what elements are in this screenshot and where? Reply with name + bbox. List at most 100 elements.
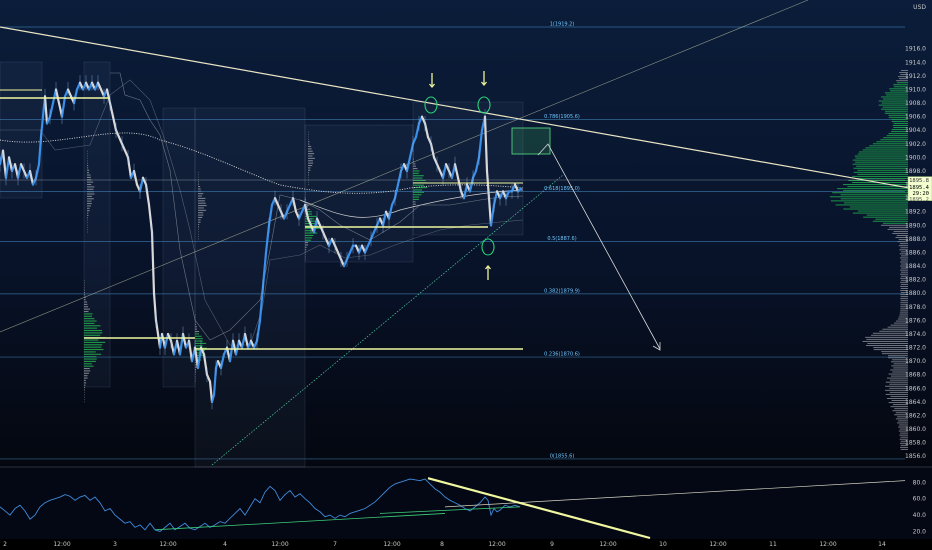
session-profile-bar <box>413 165 417 167</box>
session-profile-bar <box>198 200 205 202</box>
session-profile-bar <box>84 303 88 305</box>
volume-profile-bar <box>865 336 908 338</box>
session-profile-bar <box>87 221 88 224</box>
session-profile-bar <box>84 379 86 381</box>
session-profile-bar <box>195 323 197 325</box>
time-tick-label: 4 <box>223 541 227 548</box>
session-profile-bar <box>308 174 309 176</box>
session-profile-bar <box>87 195 92 197</box>
volume-profile-bar <box>896 80 908 82</box>
session-profile-bar <box>84 360 96 362</box>
volume-profile-bar <box>900 300 908 302</box>
session-profile-bar <box>413 189 423 191</box>
volume-profile-bar <box>832 192 908 194</box>
volume-profile-bar <box>901 259 908 261</box>
session-profile-bar <box>87 205 91 207</box>
session-profile-bar <box>413 201 416 203</box>
volume-profile-bar <box>880 96 908 98</box>
volume-profile-bar <box>881 224 908 226</box>
session-profile-bar <box>84 391 85 393</box>
volume-profile-bar <box>899 243 908 245</box>
session-profile-bar <box>84 334 101 336</box>
volume-profile-bar <box>893 122 908 124</box>
session-profile-bar <box>198 202 206 204</box>
chart-canvas[interactable]: 1(1919.2) 0.786(1905.6) 0.618(1895.0) 0.5(1… <box>0 0 932 550</box>
session-profile-bar <box>84 344 103 346</box>
time-tick-label: 12:00 <box>383 541 400 548</box>
price-tick-label: 1862.0 <box>905 412 926 419</box>
volume-profile-bar <box>862 149 908 151</box>
volume-profile-bar <box>880 139 908 141</box>
session-profile-bar <box>413 170 420 172</box>
volume-profile-bar <box>855 157 908 159</box>
session-profile-bar <box>84 353 102 355</box>
volume-profile-bar <box>891 365 908 367</box>
session-profile-bar <box>87 207 90 209</box>
session-profile-bar <box>305 249 307 251</box>
session-profile-bar <box>87 174 91 176</box>
session-profile-bar <box>84 368 90 370</box>
volume-profile-bar <box>872 143 908 145</box>
time-tick-label: 10 <box>659 541 667 548</box>
volume-profile-bar <box>890 324 908 326</box>
session-profile-bar <box>198 224 200 226</box>
session-box <box>412 101 524 236</box>
session-profile-bar <box>198 226 200 228</box>
volume-profile-bar <box>872 332 908 334</box>
session-profile-bar <box>413 175 424 177</box>
price-tick-label: 1890.0 <box>905 222 926 229</box>
session-profile-bar <box>305 192 306 194</box>
session-profile-bar <box>84 322 95 324</box>
volume-profile-bar <box>900 273 908 275</box>
volume-profile-bar <box>843 208 908 210</box>
volume-profile-bar <box>855 177 908 179</box>
target-zone-box[interactable] <box>511 127 551 155</box>
volume-profile-bar <box>873 347 908 349</box>
session-profile-bar <box>84 384 86 386</box>
session-profile-bar <box>413 198 419 201</box>
session-profile-bar <box>84 320 97 322</box>
session-profile-bar <box>305 258 306 260</box>
price-tick-label: 1900.0 <box>905 154 926 161</box>
volume-profile-bar <box>888 355 908 357</box>
volume-profile-bar <box>869 145 908 147</box>
session-profile-bar <box>308 148 312 150</box>
session-profile-bar <box>195 376 196 378</box>
session-profile-bar <box>413 156 414 158</box>
session-profile-bar <box>305 253 306 256</box>
session-profile-bar <box>308 164 313 167</box>
session-profile-bar <box>84 389 85 391</box>
session-profile-bar <box>84 398 85 401</box>
volume-profile-bar <box>866 345 908 347</box>
session-profile-bar <box>198 221 201 223</box>
trading-chart[interactable]: 1(1919.2) 0.786(1905.6) 0.618(1895.0) 0.5(1… <box>0 0 932 550</box>
session-profile-bar <box>198 216 203 219</box>
volume-profile-bar <box>840 194 908 196</box>
session-profile-bar <box>413 203 416 205</box>
time-tick-label: 12:00 <box>488 541 505 548</box>
session-profile-bar <box>84 282 85 284</box>
price-tick-label: 1882.0 <box>905 277 926 284</box>
volume-profile-bar <box>852 212 908 214</box>
session-profile-bar <box>195 373 196 375</box>
session-profile-bar <box>84 346 102 348</box>
badge-low-label: 1895.2 <box>909 197 929 203</box>
session-profile-bar <box>84 299 86 301</box>
time-tick-label: 11 <box>769 541 777 548</box>
session-profile-bar <box>198 188 201 190</box>
volume-profile-bar <box>852 163 908 165</box>
volume-profile-bar <box>899 314 908 316</box>
volume-profile-bar <box>898 245 908 247</box>
currency-label: USD <box>913 4 926 11</box>
volume-profile-bar <box>900 271 908 273</box>
volume-profile-bar <box>883 137 908 139</box>
session-profile-bar <box>87 176 91 178</box>
time-tick-label: 12:00 <box>271 541 288 548</box>
volume-profile-bar <box>829 196 908 198</box>
price-tick-label: 1866.0 <box>905 385 926 392</box>
session-profile-bar <box>413 177 423 179</box>
volume-profile-bar <box>879 330 908 332</box>
session-profile-bar <box>308 162 314 164</box>
session-profile-bar <box>305 237 313 239</box>
volume-profile-bar <box>852 175 908 177</box>
